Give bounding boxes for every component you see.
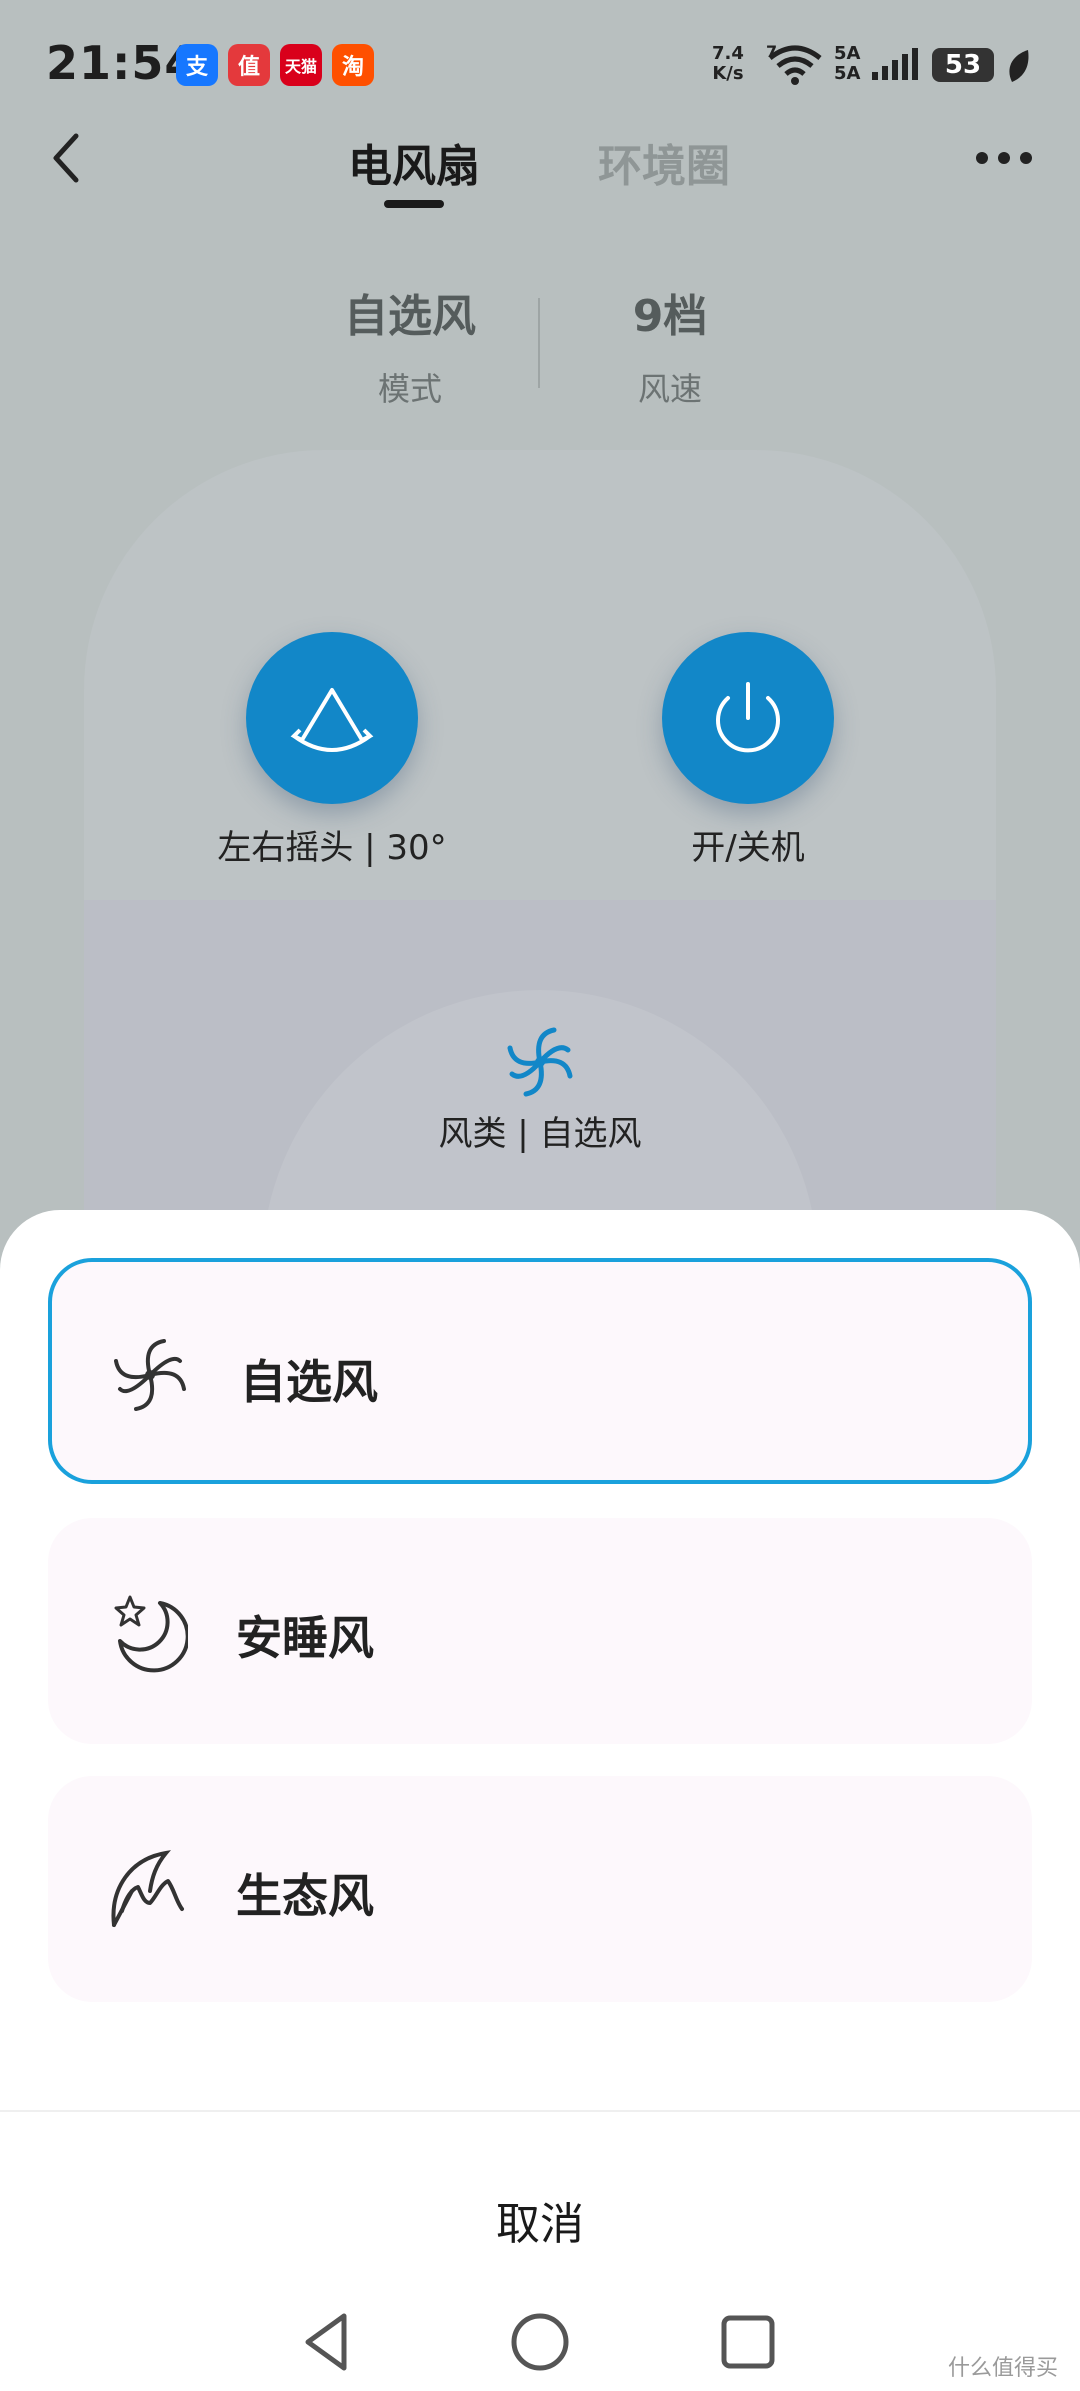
- net-speed: 7.4 K/s: [712, 44, 744, 84]
- stat-divider: [538, 298, 540, 388]
- smzdm-icon: 值: [228, 44, 270, 86]
- watermark-text: 什么值得买: [948, 2356, 1059, 2381]
- wifi-tag: 7: [766, 42, 778, 61]
- option-eco-wind[interactable]: 生态风: [48, 1776, 1032, 2002]
- sim1-label: 5A: [834, 43, 861, 64]
- status-time: 21:54: [46, 36, 198, 90]
- taobao-icon: 淘: [332, 44, 374, 86]
- mode-value: 自选风: [344, 291, 476, 342]
- power-button[interactable]: [662, 632, 834, 804]
- sim-signal: 5A 5A: [834, 44, 860, 84]
- speed-value: 9档: [632, 291, 708, 342]
- net-speed-value: 7.4: [712, 43, 744, 64]
- wind-type-icon[interactable]: [498, 1020, 582, 1104]
- alipay-icon: 支: [176, 44, 218, 86]
- signal-bars-icon: [872, 48, 918, 80]
- sim2-label: 5A: [834, 63, 861, 84]
- nav-home-icon[interactable]: [508, 2310, 572, 2374]
- option-label: 自选风: [240, 1355, 378, 1409]
- status-bar: 21:54 支 值 天猫 淘 7.4 K/s 7 5A 5A 53: [0, 0, 1080, 130]
- nav-back-icon[interactable]: [298, 2310, 362, 2374]
- option-label: 生态风: [236, 1869, 374, 1923]
- tab-fan[interactable]: 电风扇: [348, 130, 480, 194]
- power-icon: [716, 682, 780, 753]
- system-nav-bar: [0, 2300, 1080, 2391]
- option-sleep-wind[interactable]: 安睡风: [48, 1518, 1032, 1744]
- back-icon[interactable]: [46, 128, 86, 188]
- top-nav: 电风扇 环境圈: [0, 120, 1080, 220]
- swing-label: 左右摇头 | 30°: [217, 828, 447, 868]
- speed-stat: 9档 风速: [560, 280, 780, 410]
- mode-stat: 自选风 模式: [300, 280, 520, 410]
- battery-indicator: 53: [932, 48, 994, 82]
- net-speed-unit: K/s: [712, 63, 744, 84]
- mode-label: 模式: [377, 370, 442, 408]
- active-tab-indicator: [384, 200, 444, 208]
- tab-environment[interactable]: 环境圈: [598, 130, 730, 194]
- tmall-icon: 天猫: [280, 44, 322, 86]
- wind-type-sheet: 自选风 安睡风 生态风 取消 什么值得买: [0, 1210, 1080, 2391]
- speed-label: 风速: [637, 370, 702, 408]
- option-custom-wind[interactable]: 自选风: [48, 1258, 1032, 1484]
- cancel-button[interactable]: 取消: [390, 2185, 690, 2265]
- fan-control-page: 21:54 支 值 天猫 淘 7.4 K/s 7 5A 5A 53 电风扇 环境…: [0, 0, 1080, 1546]
- leaf-icon: [111, 1850, 184, 1927]
- power-label: 开/关机: [691, 828, 805, 868]
- sheet-divider: [0, 2110, 1080, 2112]
- leaf-status-icon: [1009, 50, 1029, 82]
- swing-button[interactable]: [246, 632, 418, 804]
- option-label: 安睡风: [236, 1611, 374, 1665]
- wind-type-label[interactable]: 风类 | 自选风: [390, 1106, 690, 1155]
- swing-icon: [290, 688, 374, 752]
- moon-star-icon: [114, 1595, 188, 1673]
- fan-icon: [114, 1339, 186, 1411]
- more-icon[interactable]: [974, 148, 1034, 168]
- nav-recents-icon[interactable]: [716, 2310, 780, 2374]
